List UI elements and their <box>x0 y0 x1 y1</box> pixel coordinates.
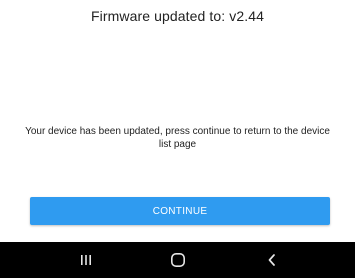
continue-button[interactable]: CONTINUE <box>30 197 330 225</box>
page-title: Firmware updated to: v2.44 <box>90 8 265 24</box>
update-complete-screen: Firmware updated to: v2.44 Your device h… <box>0 0 355 242</box>
home-icon <box>170 252 185 267</box>
update-message: Your device has been updated, press cont… <box>25 126 330 150</box>
back-button[interactable] <box>242 242 302 278</box>
back-icon <box>268 254 275 266</box>
system-navigation-bar <box>0 242 355 278</box>
recents-button[interactable] <box>56 242 116 278</box>
home-button[interactable] <box>148 242 208 278</box>
recents-icon <box>81 255 91 265</box>
